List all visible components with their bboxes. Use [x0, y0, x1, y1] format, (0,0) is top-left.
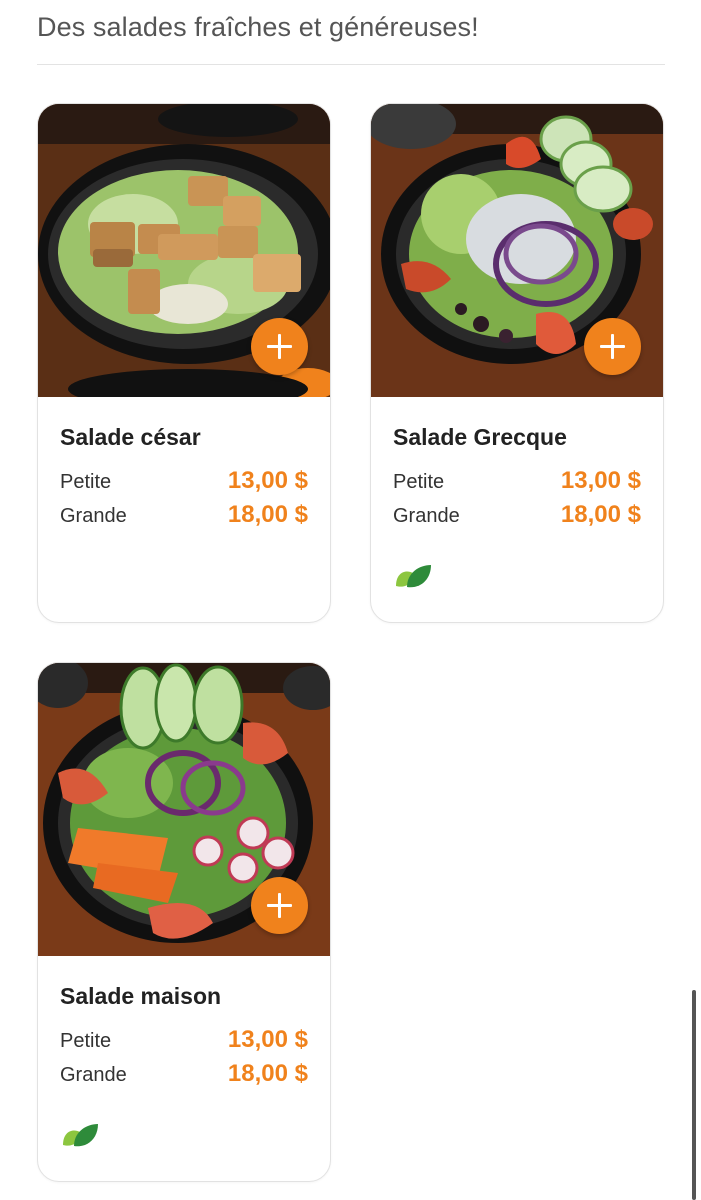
price: 13,00 $ — [560, 467, 641, 494]
price: 18,00 $ — [227, 501, 308, 528]
size-row[interactable]: Grande 18,00 $ — [60, 1060, 308, 1094]
salad-photo — [38, 104, 330, 397]
item-name: Salade Grecque — [393, 424, 567, 450]
size-label: Grande — [393, 505, 460, 527]
size-row[interactable]: Petite 13,00 $ — [393, 467, 641, 501]
size-label: Grande — [60, 1064, 127, 1086]
price: 13,00 $ — [227, 467, 308, 494]
size-label: Grande — [60, 505, 127, 527]
leaf-icon — [63, 1124, 98, 1147]
item-name: Salade maison — [60, 983, 222, 1009]
plus-icon — [267, 893, 292, 918]
price: 18,00 $ — [560, 501, 641, 528]
menu-item-card[interactable]: Salade césar Petite 13,00 $ Grande 18,00… — [37, 103, 331, 623]
leaf-icon — [396, 565, 431, 588]
salad-photo — [38, 663, 330, 956]
size-row[interactable]: Grande 18,00 $ — [60, 501, 308, 535]
menu-item-card[interactable]: Salade maison Petite 13,00 $ Grande 18,0… — [37, 662, 331, 1182]
plus-icon — [267, 334, 292, 359]
scrollbar[interactable] — [692, 990, 696, 1200]
size-label: Petite — [60, 1030, 112, 1052]
price: 18,00 $ — [227, 1060, 308, 1087]
section-subtitle: Des salades fraîches et généreuses! — [37, 12, 479, 42]
menu-item-card[interactable]: Salade Grecque Petite 13,00 $ Grande 18,… — [370, 103, 664, 623]
divider — [37, 64, 665, 65]
size-row[interactable]: Grande 18,00 $ — [393, 501, 641, 535]
size-row[interactable]: Petite 13,00 $ — [60, 467, 308, 501]
plus-icon — [600, 334, 625, 359]
item-name: Salade césar — [60, 424, 201, 450]
add-to-cart-button[interactable] — [251, 318, 308, 375]
add-to-cart-button[interactable] — [251, 877, 308, 934]
size-label: Petite — [393, 471, 445, 493]
salad-photo — [371, 104, 663, 397]
price: 13,00 $ — [227, 1026, 308, 1053]
add-to-cart-button[interactable] — [584, 318, 641, 375]
size-row[interactable]: Petite 13,00 $ — [60, 1026, 308, 1060]
size-label: Petite — [60, 471, 112, 493]
